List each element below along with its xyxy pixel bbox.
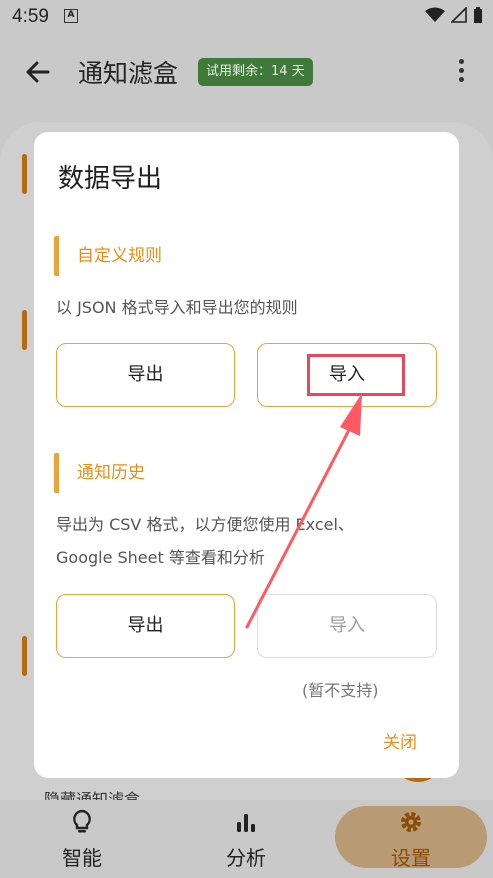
background-section-bar: [22, 310, 27, 350]
notification-icon: A: [64, 9, 78, 23]
nav-item-analytics[interactable]: 分析: [171, 800, 321, 878]
export-history-button[interactable]: 导出: [56, 594, 235, 658]
nav-item-settings[interactable]: 设置: [336, 800, 486, 878]
battery-icon: [474, 7, 482, 23]
signal-icon: [451, 7, 467, 23]
nav-item-smart[interactable]: 智能: [7, 800, 157, 878]
nav-label: 智能: [62, 846, 102, 870]
close-button[interactable]: 关闭: [383, 728, 417, 753]
back-arrow-icon[interactable]: [20, 54, 56, 90]
section-heading-notification-history: 通知历史: [54, 453, 145, 493]
lightbulb-icon: [73, 809, 91, 833]
section-heading-label: 通知历史: [77, 463, 145, 483]
background-section-bar: [22, 636, 27, 676]
export-rules-button[interactable]: 导出: [56, 343, 235, 407]
dialog-title: 数据导出: [58, 164, 163, 194]
history-description-line-2: Google Sheet 等查看和分析: [56, 548, 265, 567]
bar-chart-icon: [237, 814, 255, 832]
background-section-bar: [22, 154, 27, 194]
wifi-icon: [425, 7, 445, 22]
custom-rules-description: 以 JSON 格式导入和导出您的规则: [56, 298, 298, 317]
bottom-navigation: 智能 分析 设置: [0, 800, 493, 878]
history-description-line-1: 导出为 CSV 格式，以方便您使用 Excel、: [56, 515, 354, 534]
highlight-annotation-box: [307, 354, 405, 396]
status-icons: [425, 6, 483, 24]
import-history-button: 导入: [257, 594, 437, 658]
more-options-icon[interactable]: [455, 56, 467, 90]
app-bar: 通知滤盒 试用剩余：14 天: [0, 34, 493, 108]
nav-label: 设置: [391, 846, 431, 870]
status-time: 4:59: [12, 6, 49, 27]
status-bar: 4:59 A: [0, 0, 493, 34]
trial-badge: 试用剩余：14 天: [198, 58, 313, 86]
gear-icon: [401, 812, 421, 832]
section-heading-custom-rules: 自定义规则: [54, 236, 162, 276]
section-heading-label: 自定义规则: [77, 246, 162, 266]
nav-label: 分析: [226, 846, 266, 870]
unsupported-note: (暂不支持): [302, 681, 379, 700]
page-title: 通知滤盒: [78, 59, 179, 88]
data-export-dialog: 数据导出 自定义规则 以 JSON 格式导入和导出您的规则 导出 导入 通知历史…: [34, 132, 459, 778]
